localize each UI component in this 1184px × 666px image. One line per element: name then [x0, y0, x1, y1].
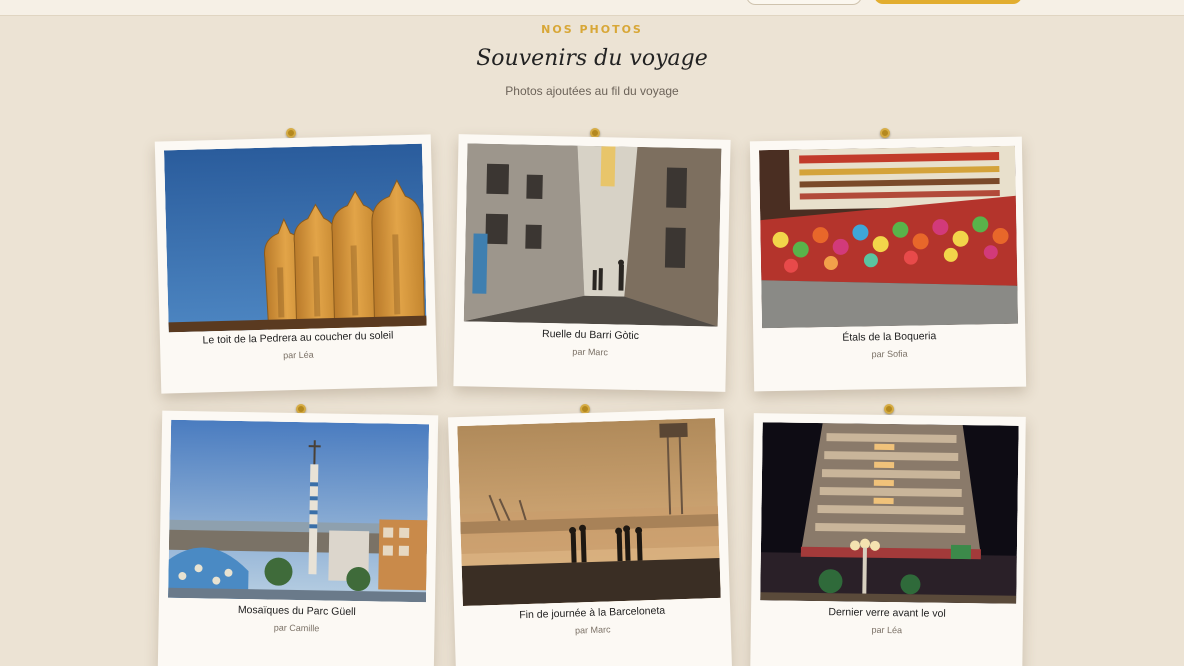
nav-secondary-button[interactable]: [746, 0, 862, 5]
photo-caption: Dernier verre avant le vol: [828, 606, 946, 620]
photo-card[interactable]: Fin de journée à la Barceloneta par Marc: [447, 408, 733, 666]
gothic-alley-photo: [463, 143, 722, 327]
photo-author: par Camille: [273, 622, 320, 634]
photo-card[interactable]: Mosaïques du Parc Güell par Camille: [157, 410, 439, 666]
photo-caption: Étals de la Boqueria: [842, 330, 937, 344]
photo-author: par Léa: [282, 349, 314, 361]
pedrera-chimneys-photo: [163, 143, 427, 333]
pin-icon: [880, 128, 890, 138]
photo-card[interactable]: Dernier verre avant le vol par Léa: [750, 413, 1026, 666]
section-eyebrow: NOS PHOTOS: [541, 23, 643, 36]
photo-author: par Marc: [572, 346, 608, 358]
photo-author: par Marc: [574, 624, 611, 636]
photo-author: par Sofia: [871, 348, 908, 360]
park-guell-mosaic-photo: [168, 419, 430, 603]
barceloneta-sunset-photo: [457, 418, 721, 607]
top-nav-bar: [0, 0, 1184, 16]
photo-card[interactable]: Étals de la Boqueria par Sofia: [749, 136, 1027, 392]
pin-icon: [286, 128, 296, 138]
photo-card[interactable]: Le toit de la Pedrera au coucher du sole…: [154, 134, 438, 394]
photo-caption: Fin de journée à la Barceloneta: [519, 604, 666, 622]
pin-icon: [884, 404, 894, 414]
photo-card[interactable]: Ruelle du Barri Gòtic par Marc: [453, 134, 731, 392]
section-title: Souvenirs du voyage: [476, 46, 708, 71]
photo-caption: Mosaïques du Parc Güell: [237, 603, 356, 619]
night-building-photo: [760, 422, 1019, 604]
photo-caption: Ruelle du Barri Gòtic: [541, 327, 640, 342]
photo-author: par Léa: [871, 624, 903, 636]
section-subtitle: Photos ajoutées au fil du voyage: [505, 84, 679, 98]
nav-primary-button[interactable]: [874, 0, 1022, 4]
boqueria-candy-stall-photo: [758, 145, 1019, 329]
